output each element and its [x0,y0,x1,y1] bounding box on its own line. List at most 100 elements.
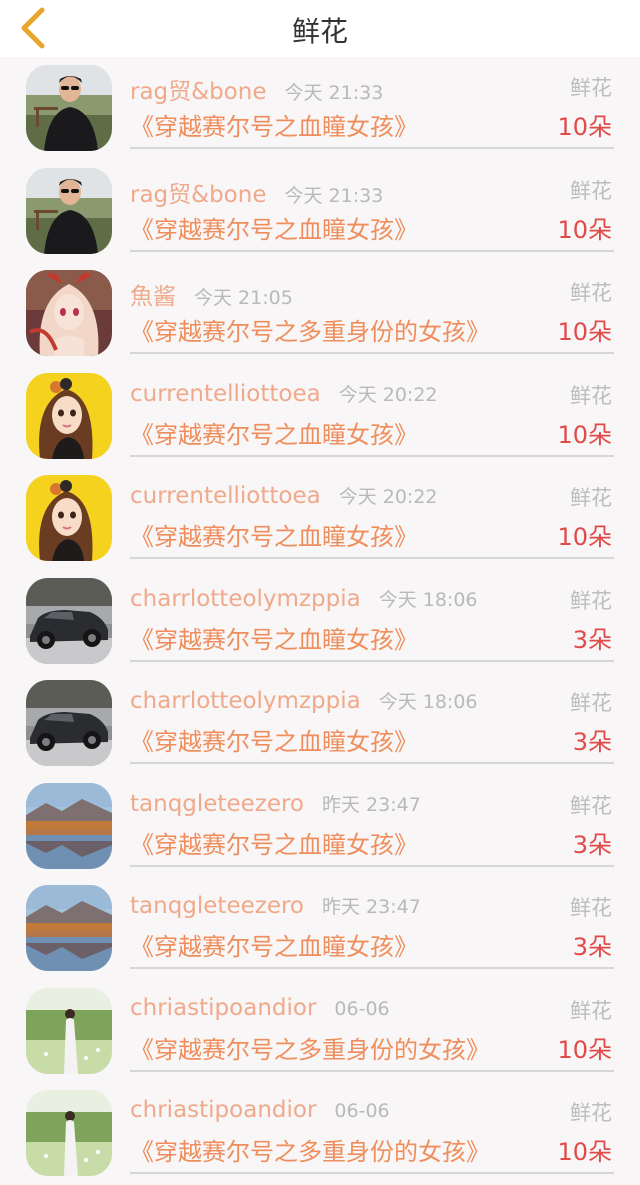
user-name-text[interactable]: rag贸&bone [130,79,266,105]
avatar[interactable] [26,65,112,151]
book-title-link[interactable]: 《穿越赛尔号之血瞳女孩》 [130,415,418,450]
gift-type-label: 鲜花 [570,486,612,510]
user-name: currentelliottoea 今天 20:22 [130,482,438,509]
row-divider [130,249,614,252]
flower-record-list: rag贸&bone 今天 21:33 鲜花 《穿越赛尔号之血瞳女孩》 10朵 rag贸&… [0,57,640,1185]
list-item[interactable]: 魚酱 今天 21:05 鲜花《穿越赛尔号之多重身份的女孩》 10朵 [0,262,640,365]
flower-count: 10朵 [557,1035,612,1064]
flower-count: 3朵 [572,625,612,654]
user-name-text[interactable]: tanqgleteezero [130,893,304,919]
flower-count: 3朵 [572,830,612,859]
list-item[interactable]: chriastipoandior 06-06 鲜花《穿越赛尔号之多重身份的女孩》 10… [0,1082,640,1185]
gift-type-label: 鲜花 [570,281,612,305]
avatar[interactable] [26,1090,112,1176]
user-name: chriastipoandior 06-06 [130,1097,390,1123]
user-name: 魚酱 今天 21:05 [130,277,293,311]
user-name: charrlotteolymzppia 今天 18:06 [130,687,478,714]
book-title-link[interactable]: 《穿越赛尔号之多重身份的女孩》 [130,312,490,347]
flower-count: 10朵 [557,318,612,346]
user-name-text[interactable]: rag贸&bone [130,182,266,208]
avatar[interactable] [26,782,112,869]
flower-count: 10朵 [557,420,612,449]
flower-count: 3朵 [572,728,612,756]
flower-count: 10朵 [557,523,612,551]
user-name: currentelliottoea 今天 20:22 [130,380,438,407]
list-item[interactable]: currentelliottoea 今天 20:22 鲜花《穿越赛尔号之血瞳女孩》 1… [0,365,640,468]
list-item[interactable]: charrlotteolymzppia 今天 18:06 鲜花《穿越赛尔号之血瞳女孩… [0,570,640,673]
book-title-link[interactable]: 《穿越赛尔号之血瞳女孩》 [130,927,418,962]
timestamp: 今天 21:33 [284,82,384,104]
user-name-text[interactable]: 魚酱 [130,284,176,310]
row-divider [130,454,614,457]
gift-type-label: 鲜花 [570,793,612,818]
user-name: charrlotteolymzppia 今天 18:06 [130,585,478,612]
avatar[interactable] [26,475,112,561]
avatar[interactable] [26,372,112,459]
user-name: chriastipoandior 06-06 [130,995,390,1021]
book-title-link[interactable]: 《穿越赛尔号之血瞳女孩》 [130,825,418,860]
list-item[interactable]: chriastipoandior 06-06 鲜花《穿越赛尔号之多重身份的女孩》 10… [0,980,640,1083]
row-divider [130,147,614,149]
list-item[interactable]: charrlotteolymzppia 今天 18:06 鲜花《穿越赛尔号之血瞳女孩… [0,672,640,775]
user-name-text[interactable]: charrlotteolymzppia [130,688,361,714]
timestamp: 06-06 [334,997,390,1020]
avatar[interactable] [26,680,112,766]
book-title-link[interactable]: 《穿越赛尔号之血瞳女孩》 [130,722,418,757]
gift-type-label: 鲜花 [570,998,612,1023]
timestamp: 今天 21:33 [284,184,384,207]
book-title-link[interactable]: 《穿越赛尔号之多重身份的女孩》 [130,1132,490,1167]
avatar[interactable] [26,270,112,356]
row-divider [130,659,614,662]
avatar[interactable] [26,577,112,664]
timestamp: 昨天 23:47 [322,896,421,918]
row-divider [130,557,614,559]
row-divider [130,864,614,867]
flower-count: 10朵 [557,113,612,141]
flower-count: 10朵 [557,215,612,244]
user-name: rag贸&bone 今天 21:33 [130,72,383,106]
row-divider [130,762,614,764]
book-title-link[interactable]: 《穿越赛尔号之血瞳女孩》 [130,107,418,142]
gift-type-label: 鲜花 [570,76,612,100]
timestamp: 今天 18:06 [378,588,478,611]
gift-type-label: 鲜花 [570,691,612,715]
avatar[interactable] [26,885,112,971]
user-name-text[interactable]: chriastipoandior [130,1097,316,1123]
timestamp: 今天 21:05 [194,287,293,309]
user-name-text[interactable]: currentelliottoea [130,381,321,407]
book-title-link[interactable]: 《穿越赛尔号之血瞳女孩》 [130,210,418,245]
flower-count: 3朵 [572,933,612,961]
timestamp: 06-06 [334,1100,390,1122]
user-name: tanqgleteezero 昨天 23:47 [130,892,421,919]
book-title-link[interactable]: 《穿越赛尔号之血瞳女孩》 [130,620,418,655]
timestamp: 昨天 23:47 [322,793,421,816]
gift-type-label: 鲜花 [570,178,612,203]
timestamp: 今天 20:22 [338,486,438,508]
book-title-link[interactable]: 《穿越赛尔号之血瞳女孩》 [130,517,418,552]
list-item[interactable]: currentelliottoea 今天 20:22 鲜花《穿越赛尔号之血瞳女孩》 1… [0,467,640,570]
gift-type-label: 鲜花 [570,896,612,920]
user-name-text[interactable]: chriastipoandior [130,995,316,1021]
gift-type-label: 鲜花 [570,383,612,408]
page-title: 鲜花 [291,15,348,48]
row-divider [130,1172,614,1174]
timestamp: 今天 18:06 [378,691,478,713]
timestamp: 今天 20:22 [338,383,438,406]
gift-type-label: 鲜花 [570,588,612,613]
avatar[interactable] [26,987,112,1074]
row-divider [130,352,614,354]
book-title-link[interactable]: 《穿越赛尔号之多重身份的女孩》 [130,1030,490,1065]
row-divider [130,1069,614,1072]
list-item[interactable]: rag贸&bone 今天 21:33 鲜花《穿越赛尔号之血瞳女孩》 10朵 [0,57,640,160]
user-name-text[interactable]: charrlotteolymzppia [130,586,361,612]
user-name-text[interactable]: tanqgleteezero [130,791,304,817]
list-item[interactable]: tanqgleteezero 昨天 23:47 鲜花《穿越赛尔号之血瞳女孩》 3朵 [0,775,640,878]
user-name-text[interactable]: currentelliottoea [130,483,321,509]
list-item[interactable]: rag贸&bone 今天 21:33 鲜花《穿越赛尔号之血瞳女孩》 10朵 [0,160,640,263]
list-item[interactable]: tanqgleteezero 昨天 23:47 鲜花《穿越赛尔号之血瞳女孩》 3朵 [0,877,640,980]
avatar[interactable] [26,167,112,254]
gift-type-label: 鲜花 [570,1101,612,1125]
user-name: tanqgleteezero 昨天 23:47 [130,790,421,817]
user-name: rag贸&bone 今天 21:33 [130,175,383,209]
flower-count: 10朵 [557,1138,612,1166]
